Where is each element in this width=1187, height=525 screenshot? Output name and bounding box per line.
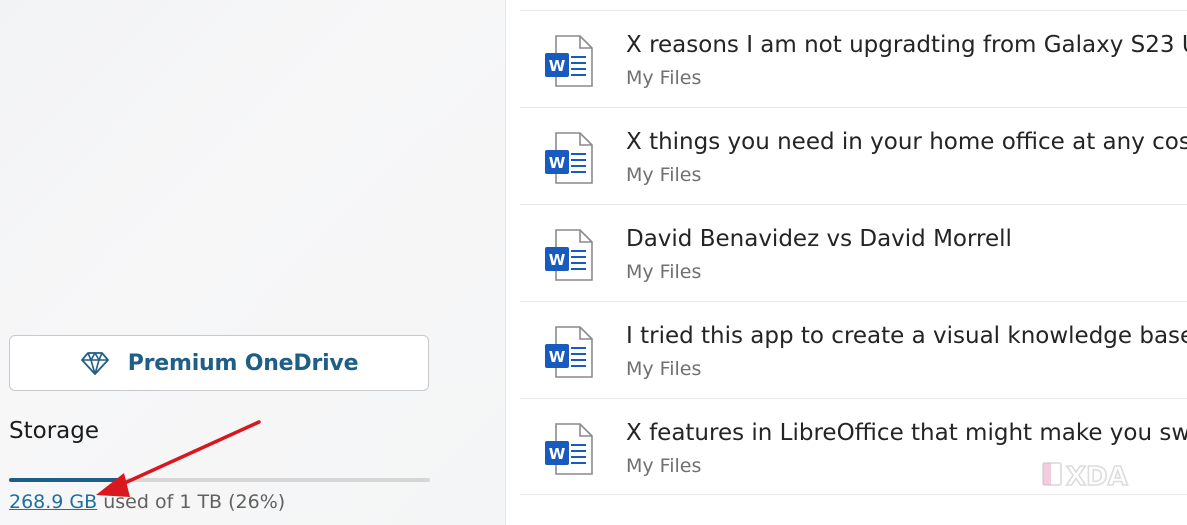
storage-progress-bar [9,478,430,482]
premium-label: Premium OneDrive [127,350,359,376]
word-document-icon: W [545,423,593,475]
file-name: X features in LibreOffice that might mak… [626,420,1187,446]
diamond-icon [80,352,109,375]
watermark-text: XDA [1066,462,1128,492]
svg-text:W: W [549,57,566,75]
svg-text:W: W [549,154,566,172]
file-location: My Files [626,67,702,89]
svg-text:W: W [549,445,566,463]
word-document-icon: W [545,35,593,87]
file-row[interactable]: W X things you need in your home office a… [520,107,1187,204]
storage-summary: 268.9 GB used of 1 TB (26%) [9,491,285,513]
file-name: X reasons I am not upgradting from Galax… [626,32,1187,58]
file-row[interactable]: W I tried this app to create a visual kno… [520,301,1187,398]
storage-used-link[interactable]: 268.9 GB [9,491,97,513]
word-document-icon: W [545,132,593,184]
word-document-icon: W [545,326,593,378]
file-name: X things you need in your home office at… [626,129,1187,155]
file-location: My Files [626,164,702,186]
storage-used-suffix: used of 1 TB (26%) [97,491,286,513]
svg-text:W: W [549,251,566,269]
premium-onedrive-button[interactable]: Premium OneDrive [9,335,429,391]
word-document-icon: W [545,229,593,281]
svg-text:W: W [549,348,566,366]
annotation-arrow [96,420,261,497]
file-name: David Benavidez vs David Morrell [626,226,1012,252]
storage-progress-fill [9,478,119,482]
file-row[interactable]: W X reasons I am not upgradting from Gala… [520,10,1187,107]
file-location: My Files [626,261,702,283]
sidebar: Premium OneDrive Storage 268.9 GB used o… [0,0,505,525]
file-location: My Files [626,358,702,380]
xda-watermark-logo: XDA [1042,461,1129,493]
file-name: I tried this app to create a visual know… [626,323,1187,349]
recent-files-pane: W X reasons I am not upgradting from Gala… [506,0,1187,525]
file-row[interactable]: W David Benavidez vs David Morrell My File… [520,204,1187,301]
storage-title: Storage [9,418,99,444]
file-list: W X reasons I am not upgradting from Gala… [520,10,1187,495]
file-location: My Files [626,455,702,477]
